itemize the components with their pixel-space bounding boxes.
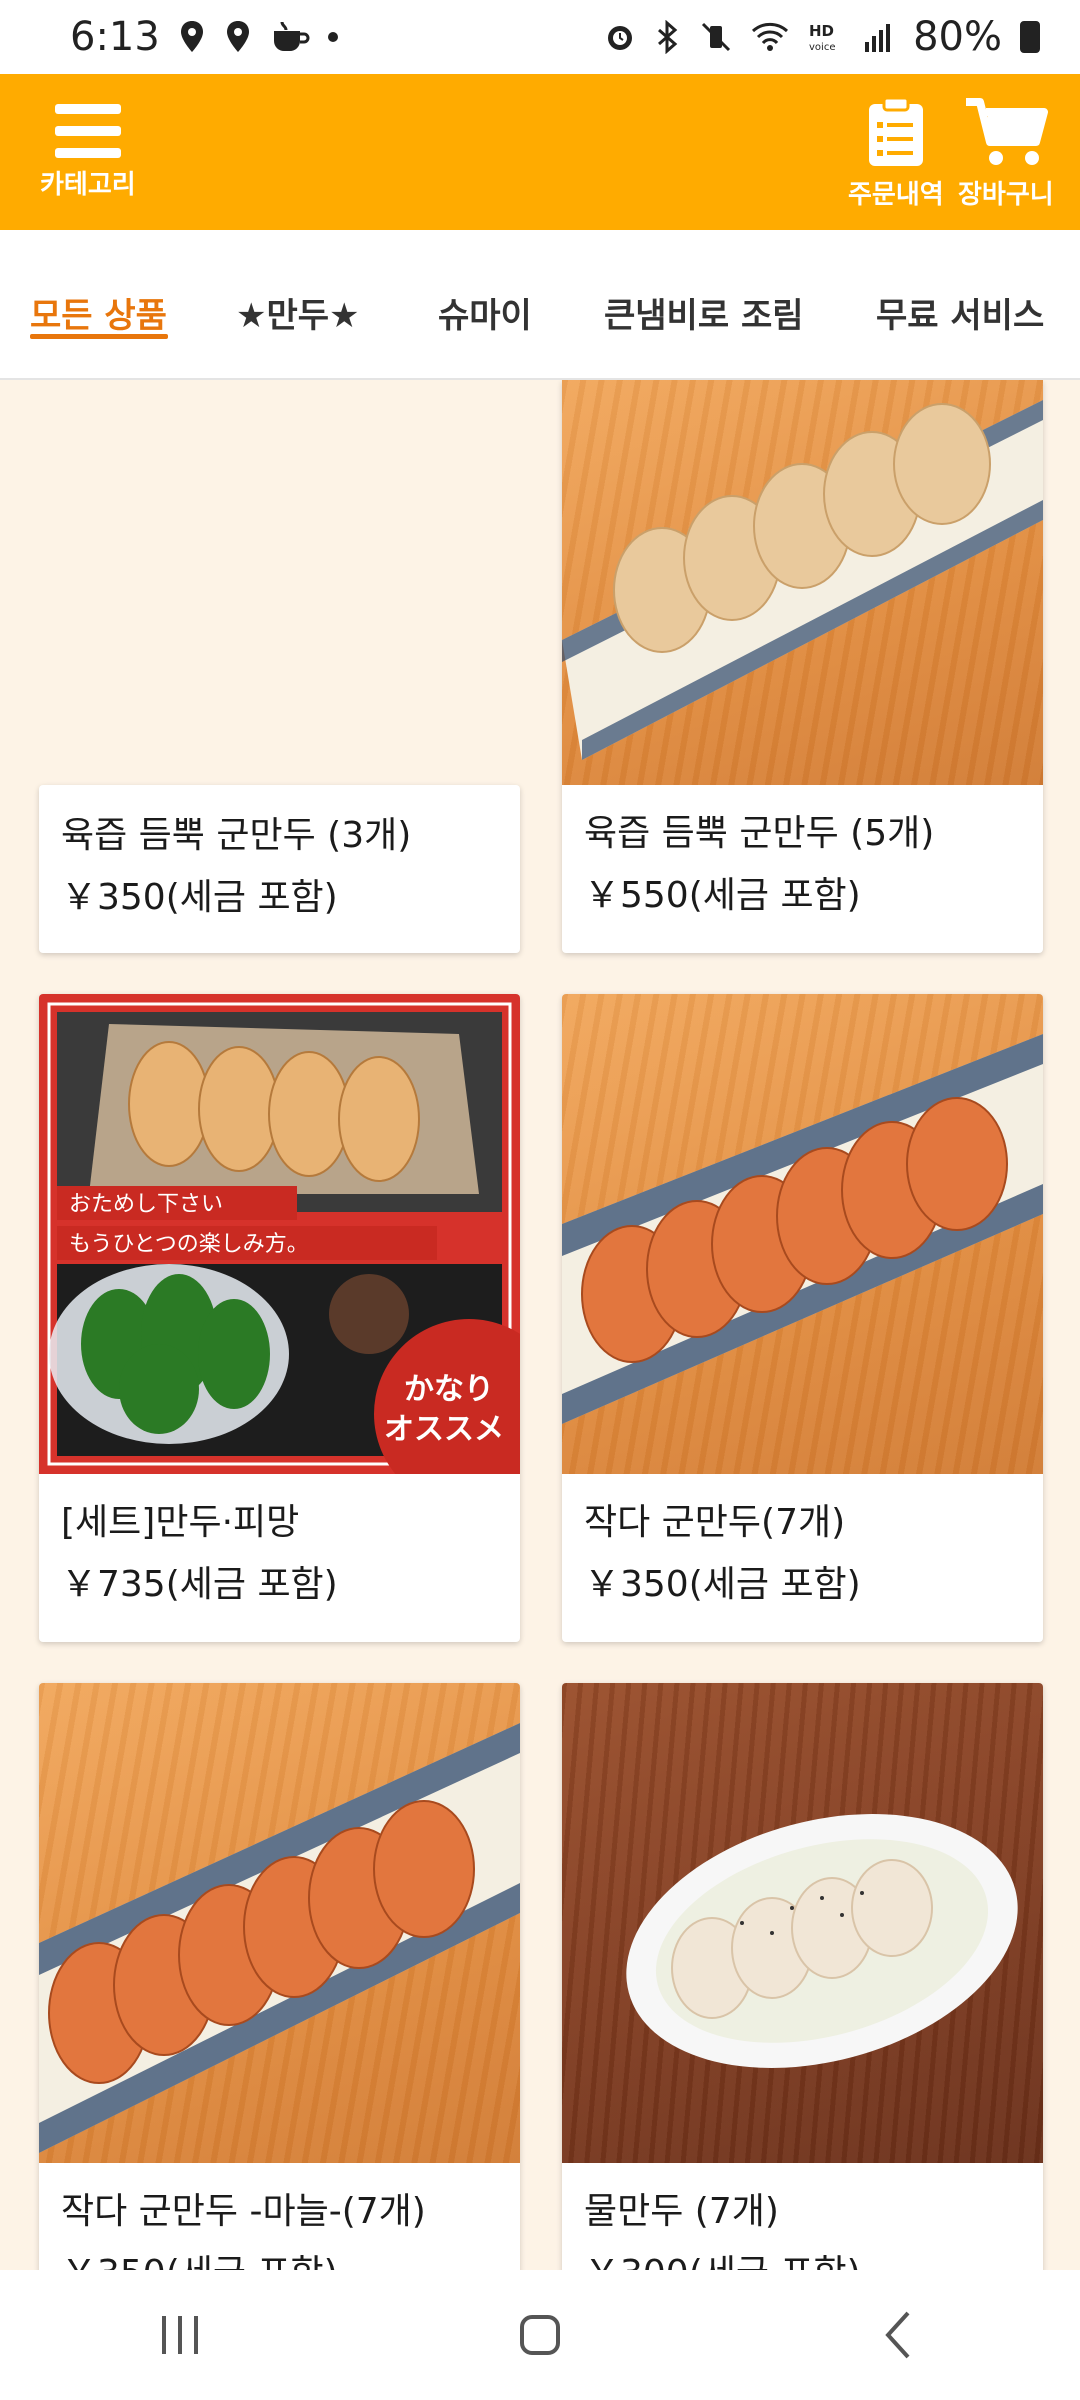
image-badge-line1: かなり xyxy=(404,1372,494,1407)
cart-icon xyxy=(965,98,1048,165)
product-price: ￥735(세금 포함) xyxy=(61,1564,338,1605)
image-caption-line1: おためし下さい xyxy=(69,1192,223,1217)
product-image: おためし下さい もうひとつの楽しみ方。 かなり オススメ xyxy=(39,994,520,1474)
product-image xyxy=(562,380,1043,785)
coffee-icon xyxy=(273,21,310,51)
status-bar: 6:13 HD voice 80% xyxy=(0,0,1080,74)
hd-voice-icon: HD voice xyxy=(809,22,835,53)
product-price: ￥350(세금 포함) xyxy=(61,2251,498,2270)
bluetooth-icon xyxy=(658,20,678,54)
active-tab-indicator xyxy=(30,334,168,339)
product-name: 물만두 (7개) xyxy=(584,2191,779,2232)
product-name: 육즙 듬뿍 군만두 (3개) xyxy=(61,815,412,856)
menu-icon xyxy=(54,104,121,158)
svg-text:voice: voice xyxy=(809,42,835,53)
category-tabs: 모든 상품 ★만두★ 슈마이 큰냄비로 조림 무료 서비스 xyxy=(0,230,1080,380)
product-price: ￥350(세금 포함) xyxy=(584,1564,861,1605)
image-caption-line2: もうひとつの楽しみ方。 xyxy=(69,1232,309,1257)
signal-icon xyxy=(865,24,891,52)
product-name: 작다 군만두(7개) xyxy=(584,1502,846,1543)
product-card[interactable]: 육즙 듬뿍 군만두 (3개) ￥350(세금 포함) xyxy=(39,785,520,953)
product-card[interactable]: 육즙 듬뿍 군만두 (5개) ￥550(세금 포함) xyxy=(562,380,1043,953)
cart-button[interactable]: 장바구니 xyxy=(958,96,1054,211)
battery-percent: 80% xyxy=(913,14,1002,60)
product-image xyxy=(562,994,1043,1474)
app-header: 카테고리 주문내역 장바구니 xyxy=(0,74,1080,230)
product-name: 육즙 듬뿍 군만두 (5개) xyxy=(584,813,935,854)
clipboard-icon xyxy=(868,96,923,166)
recent-apps-icon[interactable] xyxy=(150,2310,210,2360)
back-icon[interactable] xyxy=(870,2305,930,2365)
battery-icon xyxy=(1020,21,1040,53)
product-name: 작다 군만두 -마늘-(7개) xyxy=(61,2191,426,2232)
order-history-label: 주문내역 xyxy=(848,180,944,210)
status-time: 6:13 xyxy=(70,14,160,60)
product-card[interactable]: 작다 군만두 -마늘-(7개) ￥350(세금 포함) xyxy=(39,1683,520,2270)
cart-label: 장바구니 xyxy=(958,180,1054,210)
category-button[interactable]: 카테고리 xyxy=(40,104,136,201)
tab-large-pot-stew[interactable]: 큰냄비로 조림 xyxy=(604,288,804,337)
alarm-icon xyxy=(608,26,633,50)
wifi-icon xyxy=(752,22,789,51)
tab-dumplings[interactable]: ★만두★ xyxy=(236,288,360,337)
product-card[interactable]: 물만두 (7개) ￥300(세금 포함) xyxy=(562,1683,1043,2270)
tab-free-service[interactable]: 무료 서비스 xyxy=(876,288,1044,337)
product-image xyxy=(562,1683,1043,2163)
notification-dot-icon xyxy=(327,32,338,42)
category-label: 카테고리 xyxy=(40,170,136,200)
product-grid: 육즙 듬뿍 군만두 (3개) ￥350(세금 포함) 육즙 듬뿍 군만두 (5개… xyxy=(0,380,1080,2270)
system-navigation-bar xyxy=(0,2270,1080,2400)
vibrate-mute-icon xyxy=(702,22,731,52)
product-price: ￥550(세금 포함) xyxy=(584,875,861,916)
product-card[interactable]: 작다 군만두(7개) ￥350(세금 포함) xyxy=(562,994,1043,1642)
tab-shumai[interactable]: 슈마이 xyxy=(438,288,532,337)
image-badge-line2: オススメ xyxy=(384,1412,504,1447)
product-image xyxy=(39,1683,520,2163)
location-icon xyxy=(180,21,203,52)
product-name: [세트]만두·피망 xyxy=(61,1502,300,1543)
product-price: ￥300(세금 포함) xyxy=(584,2251,1021,2270)
product-price: ￥350(세금 포함) xyxy=(61,877,338,918)
tab-all-products[interactable]: 모든 상품 xyxy=(30,288,167,337)
product-card[interactable]: おためし下さい もうひとつの楽しみ方。 かなり オススメ [세트]만두·피망 ￥ xyxy=(39,994,520,1642)
home-icon[interactable] xyxy=(510,2305,570,2365)
order-history-button[interactable]: 주문내역 xyxy=(848,96,944,211)
location-icon xyxy=(226,21,249,52)
svg-text:HD: HD xyxy=(809,22,834,40)
